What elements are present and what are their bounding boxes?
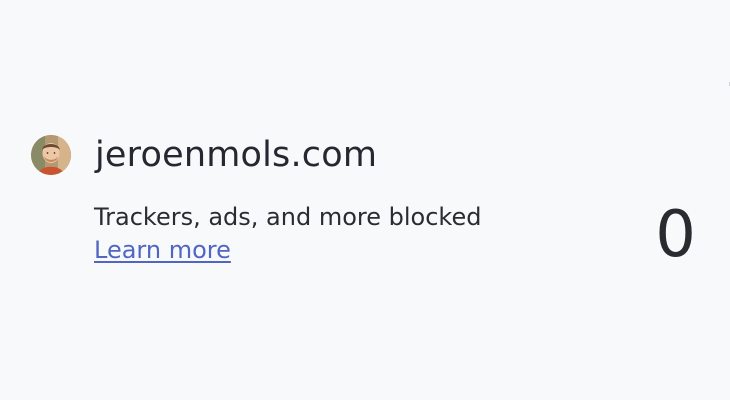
learn-more-link[interactable]: Learn more [94, 234, 231, 266]
site-avatar-icon [31, 135, 71, 175]
trackers-blocked-label: Trackers, ads, and more blocked [94, 203, 482, 231]
site-header: jeroenmols.com [31, 131, 377, 179]
privacy-panel: jeroenmols.com Trackers, ads, and more b… [0, 0, 730, 400]
tracker-summary: Trackers, ads, and more blocked Learn mo… [94, 201, 594, 266]
blocked-count: 0 [655, 198, 696, 272]
site-domain: jeroenmols.com [95, 135, 378, 175]
